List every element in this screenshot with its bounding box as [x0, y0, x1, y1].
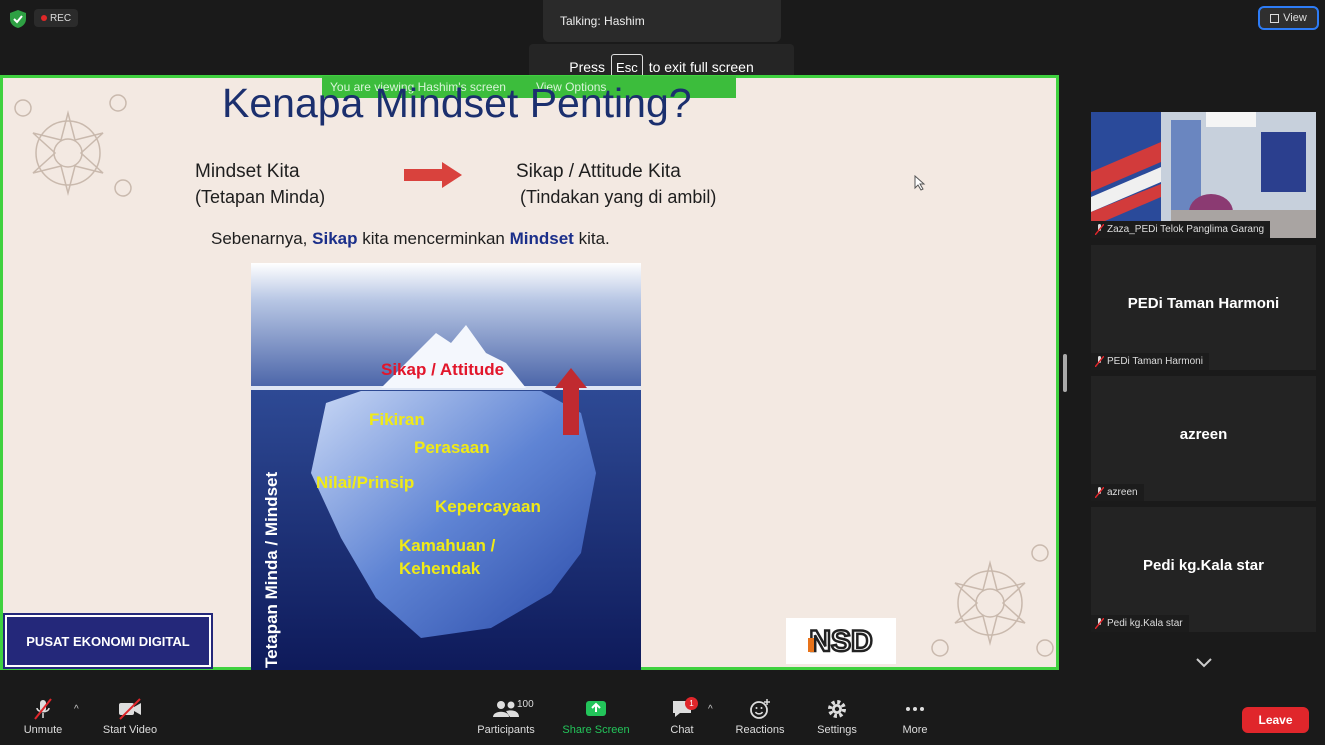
- sentence-bold-mindset: Mindset: [509, 229, 574, 248]
- settings-button[interactable]: Settings: [797, 697, 877, 736]
- participant-tile[interactable]: PEDi Taman Harmoni PEDi Taman Harmoni: [1091, 245, 1316, 370]
- muted-mic-icon: [1095, 487, 1104, 498]
- nsd-logo-text: NSD: [809, 625, 872, 658]
- muted-mic-icon: [1095, 618, 1104, 629]
- muted-mic-icon: [34, 698, 52, 720]
- iceberg-item: Kamahuan /: [399, 536, 496, 555]
- iceberg-item: Kepercayaan: [435, 497, 541, 516]
- participant-name: azreen: [1107, 487, 1138, 498]
- chat-unread-badge: 1: [685, 697, 698, 710]
- participant-name-tag: Pedi kg.Kala star: [1091, 615, 1189, 632]
- talking-label: Talking: Hashim: [560, 14, 645, 28]
- security-shield-icon[interactable]: [8, 9, 28, 29]
- pusat-ekonomi-digital-banner: PUSAT EKONOMI DIGITAL: [3, 613, 213, 669]
- esc-hint-after: to exit full screen: [648, 59, 754, 75]
- share-screen-label: Share Screen: [562, 724, 630, 736]
- participant-display-name: PEDi Taman Harmoni: [1127, 295, 1280, 312]
- iceberg-item: Perasaan: [414, 438, 490, 457]
- attitude-label: Sikap / Attitude Kita: [516, 161, 681, 182]
- share-screen-button[interactable]: Share Screen: [556, 697, 636, 736]
- chat-button[interactable]: Chat: [642, 697, 722, 736]
- participant-name: Pedi kg.Kala star: [1107, 618, 1183, 629]
- right-arrow-icon: [404, 162, 462, 188]
- iceberg-image: [251, 263, 641, 670]
- participants-icon: [493, 701, 519, 717]
- sentence-bold-sikap: Sikap: [312, 229, 358, 248]
- participant-name-tag: Zaza_PEDi Telok Panglima Garang: [1091, 221, 1271, 238]
- share-screen-icon: [586, 701, 606, 716]
- talking-indicator: Talking: Hashim: [543, 0, 781, 42]
- reactions-smiley-icon: [750, 699, 770, 719]
- participants-button[interactable]: Participants: [466, 697, 546, 736]
- view-label: View: [1283, 12, 1307, 24]
- mouse-cursor-icon: [914, 175, 926, 191]
- nsd-logo-icon: NSD: [786, 618, 896, 664]
- record-dot-icon: [40, 15, 47, 21]
- participant-tile[interactable]: Pedi kg.Kala star Pedi kg.Kala star: [1091, 507, 1316, 632]
- slide-sentence: Sebenarnya, Sikap kita mencerminkan Mind…: [211, 229, 610, 249]
- recording-indicator[interactable]: REC: [34, 9, 78, 27]
- unmute-label: Unmute: [23, 724, 63, 736]
- chevron-down-icon[interactable]: [1194, 655, 1214, 669]
- more-button[interactable]: More: [875, 697, 955, 736]
- iceberg-item: Kehendak: [399, 559, 481, 578]
- panel-resize-handle[interactable]: [1063, 354, 1067, 392]
- more-label: More: [902, 724, 928, 736]
- mindset-label: Mindset Kita: [195, 161, 300, 182]
- iceberg-item: Nilai/Prinsip: [316, 473, 415, 492]
- mindset-sub: (Tetapan Minda): [195, 187, 326, 207]
- esc-hint-before: Press: [569, 59, 606, 75]
- vertical-label: Tetapan Minda / Mindset: [262, 471, 281, 668]
- sentence-part: kita.: [573, 229, 610, 248]
- settings-label: Settings: [817, 724, 857, 736]
- flower-decoration-icon: [14, 94, 132, 197]
- unmute-button[interactable]: Unmute: [3, 697, 83, 736]
- participant-video-tile[interactable]: Zaza_PEDi Telok Panglima Garang: [1091, 112, 1316, 238]
- audio-options-caret[interactable]: ^: [74, 704, 79, 715]
- view-button[interactable]: View: [1258, 6, 1319, 30]
- chat-options-caret[interactable]: ^: [708, 704, 713, 715]
- rec-label: REC: [49, 12, 72, 24]
- video-off-icon: [119, 698, 141, 720]
- sentence-part: kita mencerminkan: [357, 229, 510, 248]
- participant-tile[interactable]: azreen azreen: [1091, 376, 1316, 501]
- iceberg-tip-label: Sikap / Attitude: [381, 360, 505, 379]
- gear-icon: [828, 700, 846, 718]
- reactions-button[interactable]: Reactions: [720, 697, 800, 736]
- participants-count: 100: [517, 699, 534, 710]
- leave-button[interactable]: Leave: [1242, 707, 1309, 733]
- participants-label: Participants: [477, 724, 535, 736]
- muted-mic-icon: [1095, 224, 1104, 235]
- participant-display-name: azreen: [1179, 426, 1228, 443]
- participant-name-tag: azreen: [1091, 484, 1144, 501]
- attitude-sub: (Tindakan yang di ambil): [520, 187, 717, 207]
- participant-name: PEDi Taman Harmoni: [1107, 356, 1203, 367]
- participant-name: Zaza_PEDi Telok Panglima Garang: [1107, 224, 1265, 235]
- participant-display-name: Pedi kg.Kala star: [1143, 557, 1264, 574]
- slide-title: Kenapa Mindset Penting?: [222, 80, 692, 126]
- sentence-part: Sebenarnya,: [211, 229, 313, 248]
- video-feed-image: [1091, 112, 1316, 238]
- more-dots-icon: [906, 707, 924, 711]
- start-video-button[interactable]: Start Video: [90, 697, 170, 736]
- reactions-label: Reactions: [735, 724, 785, 736]
- participant-name-tag: PEDi Taman Harmoni: [1091, 353, 1209, 370]
- flower-decoration-bottom-icon: [931, 544, 1054, 657]
- muted-mic-icon: [1095, 356, 1104, 367]
- iceberg-item: Fikiran: [369, 410, 425, 429]
- chat-label: Chat: [670, 724, 694, 736]
- start-video-label: Start Video: [102, 724, 158, 736]
- grid-view-icon: [1270, 13, 1280, 23]
